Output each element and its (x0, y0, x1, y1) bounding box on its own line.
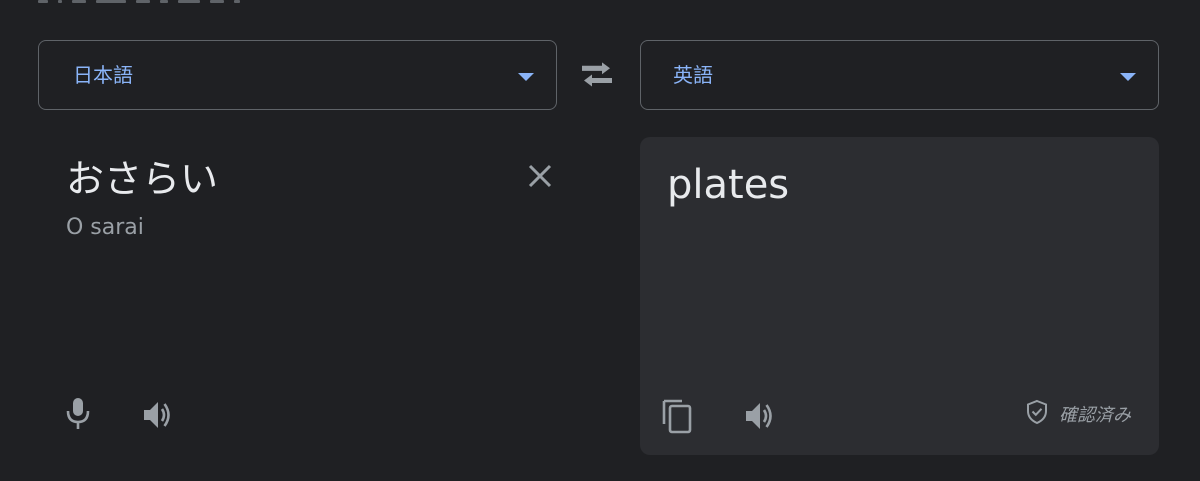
copy-translation-button[interactable] (658, 396, 698, 436)
swap-languages-button[interactable] (576, 55, 618, 97)
clear-source-button[interactable] (523, 159, 557, 193)
close-icon (528, 164, 552, 188)
cropped-header-text (38, 0, 338, 6)
microphone-icon (66, 398, 90, 429)
shield-check-icon (1027, 399, 1047, 425)
verified-badge: 確認済み (1025, 399, 1141, 426)
copy-icon (662, 399, 692, 434)
verified-label: 確認済み (1059, 405, 1131, 426)
source-language-select[interactable]: 日本語 (38, 40, 557, 110)
target-language-select[interactable]: 英語 (640, 40, 1159, 110)
chevron-down-icon (1120, 73, 1136, 81)
translation-panel: plates 確認済み (640, 137, 1159, 455)
voice-input-button[interactable] (58, 394, 98, 434)
target-language-label: 英語 (673, 63, 713, 87)
source-text[interactable]: おさらい (66, 155, 218, 203)
source-romanization: O sarai (66, 215, 144, 240)
source-language-label: 日本語 (73, 63, 133, 87)
speaker-icon (144, 402, 170, 428)
listen-source-button[interactable] (139, 395, 179, 435)
swap-arrows-icon (582, 62, 612, 87)
translation-text: plates (667, 162, 790, 208)
listen-translation-button[interactable] (741, 396, 781, 436)
source-text-panel[interactable]: おさらい O sarai (38, 137, 557, 455)
speaker-icon (746, 403, 772, 429)
chevron-down-icon (518, 73, 534, 81)
